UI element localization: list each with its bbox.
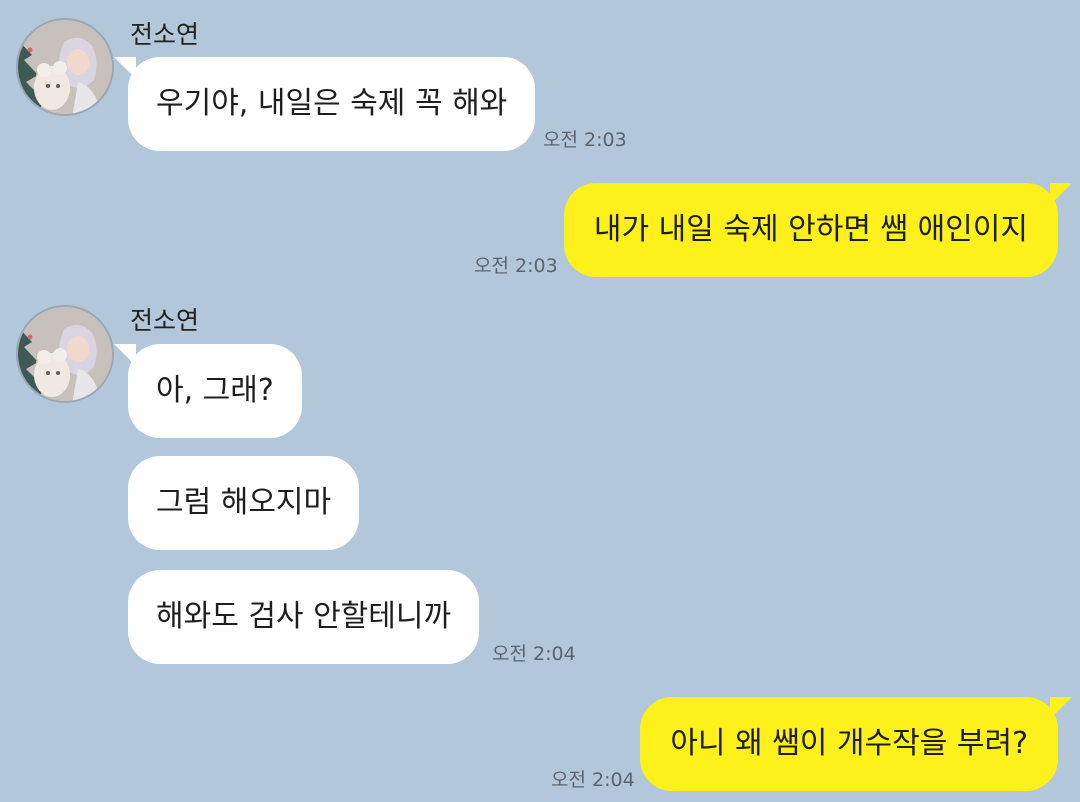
sender-name: 전소연	[130, 306, 200, 335]
message-text: 아니 왜 쌤이 개수작을 부려?	[670, 726, 1028, 761]
chat-area[interactable]: 전소연 우기야, 내일은 숙제 꼭 해와 오전 2:03 내가 내일 숙제 안하…	[0, 0, 1080, 802]
profile-avatar[interactable]	[16, 305, 114, 403]
message-time: 오전 2:04	[551, 769, 635, 791]
message-bubble[interactable]: 내가 내일 숙제 안하면 쌤 애인이지	[563, 183, 1072, 277]
message-time: 오전 2:04	[492, 643, 576, 665]
message-time: 오전 2:03	[543, 129, 627, 151]
message-bubble[interactable]: 해와도 검사 안할테니까	[128, 570, 480, 664]
bubble-tail	[114, 344, 136, 366]
sender-name: 전소연	[130, 20, 200, 49]
message-text: 우기야, 내일은 숙제 꼭 해와	[156, 86, 508, 121]
message-bubble[interactable]: 그럼 해오지마	[128, 456, 360, 550]
message-bubble[interactable]: 아, 그래?	[114, 344, 302, 438]
message-text: 아, 그래?	[156, 373, 274, 408]
avatar-photo	[18, 307, 112, 401]
message-bubble[interactable]: 아니 왜 쌤이 개수작을 부려?	[640, 697, 1072, 791]
message-text: 해와도 검사 안할테니까	[156, 599, 452, 634]
bubble-tail	[114, 57, 136, 79]
bubble-tail	[1050, 697, 1072, 719]
bubble-tail	[1050, 183, 1072, 205]
profile-avatar[interactable]	[16, 18, 114, 116]
message-text: 내가 내일 숙제 안하면 쌤 애인이지	[593, 212, 1028, 247]
message-text: 그럼 해오지마	[156, 485, 332, 520]
message-time: 오전 2:03	[474, 255, 558, 277]
avatar-photo	[18, 20, 112, 114]
message-bubble[interactable]: 우기야, 내일은 숙제 꼭 해와	[114, 57, 536, 151]
